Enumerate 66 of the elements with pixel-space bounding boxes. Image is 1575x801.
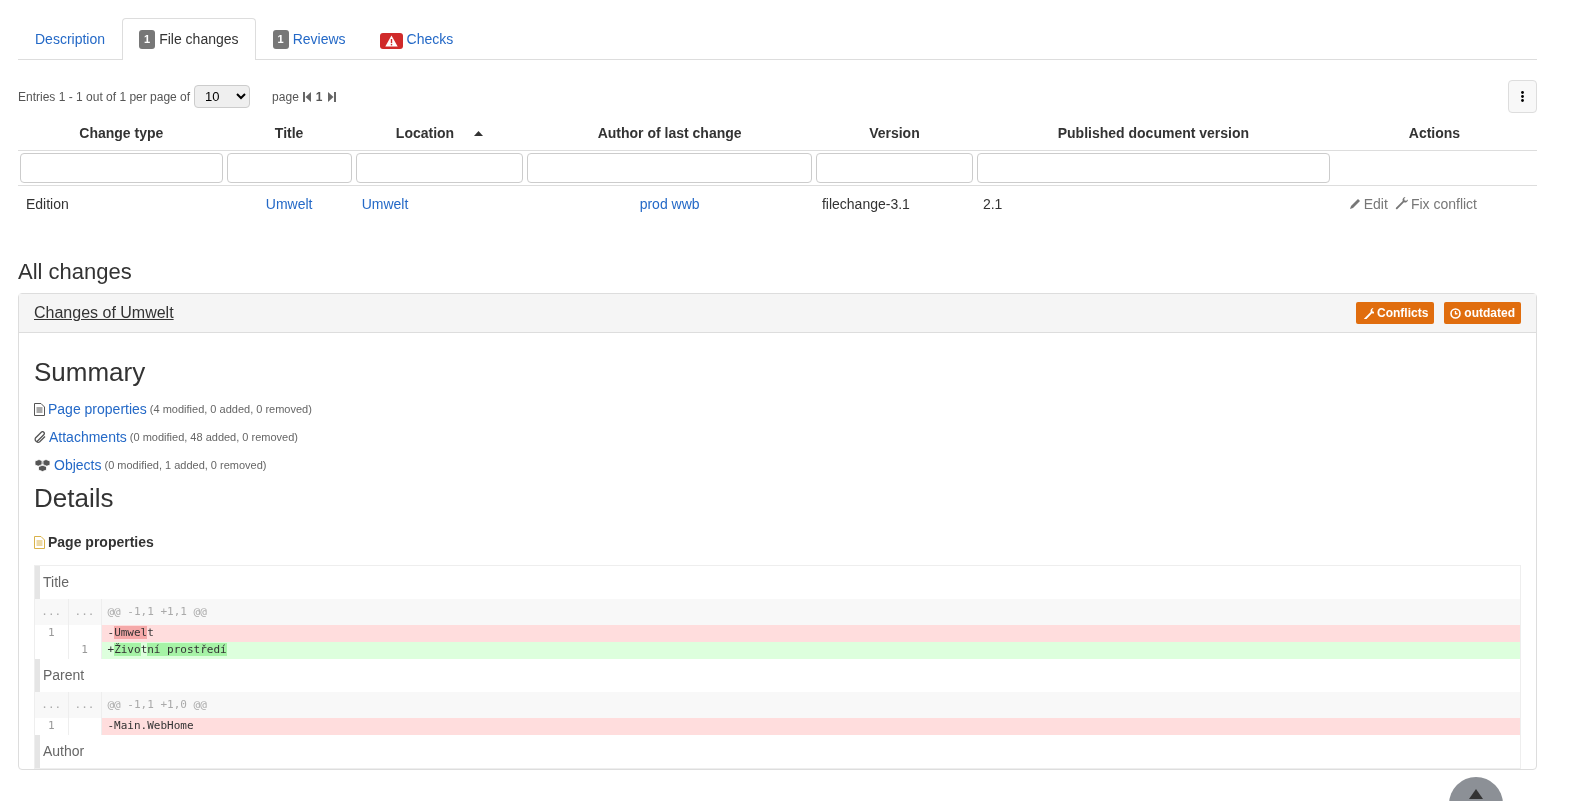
current-page[interactable]: 1 xyxy=(315,87,323,106)
objects-link[interactable]: Objects xyxy=(54,454,102,476)
arrow-up-icon xyxy=(1469,789,1483,799)
column-header: Actions xyxy=(1408,125,1461,141)
line-number: ... xyxy=(35,691,68,718)
wrench-icon xyxy=(1393,196,1408,210)
location-link[interactable]: Umwelt xyxy=(361,196,409,212)
details-heading: Details xyxy=(34,482,115,514)
cubes-icon xyxy=(34,458,51,472)
first-page-icon[interactable] xyxy=(302,91,312,102)
tab[interactable]: Description xyxy=(18,18,123,60)
wrench-icon xyxy=(1362,307,1374,320)
panel-title-link[interactable]: Changes of Umwelt xyxy=(34,301,174,326)
section-heading: All changes xyxy=(18,259,133,286)
page-properties-link[interactable]: Page properties xyxy=(48,398,147,420)
sort-ascending-icon xyxy=(474,131,484,136)
author-link[interactable]: prod wwb xyxy=(639,196,700,212)
filter-field[interactable] xyxy=(815,153,973,183)
details-section-title: Page properties xyxy=(48,532,154,552)
line-number: ... xyxy=(68,691,101,718)
hunk-header: @@ -1,1 +1,0 @@ xyxy=(101,691,1520,718)
tab[interactable]: 1 File changes xyxy=(122,18,256,60)
column-header: Published document version xyxy=(1057,125,1250,141)
summary-heading: Summary xyxy=(34,357,147,389)
line-number: ... xyxy=(68,598,101,625)
column-header: Author of last change xyxy=(597,125,742,141)
tab[interactable]: 1 Reviews xyxy=(255,18,363,60)
warning-icon xyxy=(384,35,398,47)
change-stats: (4 modified, 0 added, 0 removed) xyxy=(149,401,312,417)
table-cell: Edition xyxy=(26,196,69,212)
table-cell: filechange-3.1 xyxy=(821,196,910,212)
filter-field[interactable] xyxy=(976,153,1330,183)
tab[interactable]: Checks xyxy=(362,18,471,60)
change-stats: (0 modified, 1 added, 0 removed) xyxy=(104,457,267,473)
column-header[interactable]: Location xyxy=(395,125,455,141)
last-page-icon[interactable] xyxy=(326,91,336,102)
page-size-select[interactable]: 10 xyxy=(194,85,251,108)
document-icon xyxy=(34,535,45,549)
table-cell: 2.1 xyxy=(982,196,1003,212)
page-label: page xyxy=(272,88,299,106)
count-badge: 1 xyxy=(139,30,156,49)
kebab-icon xyxy=(1521,91,1524,102)
more-options-button[interactable] xyxy=(1508,80,1537,113)
attachments-link[interactable]: Attachments xyxy=(49,426,127,448)
column-header: Version xyxy=(869,125,920,141)
column-header: Title xyxy=(274,125,304,141)
edit-link[interactable]: Edit xyxy=(1348,196,1388,212)
filter-field[interactable] xyxy=(226,153,352,183)
entries-text: Entries 1 - 1 out of 1 per page of xyxy=(18,88,191,106)
fix-conflict-link[interactable]: Fix conflict xyxy=(1393,196,1477,212)
property-name: Author xyxy=(35,734,1520,768)
conflicts-badge: Conflicts xyxy=(1356,302,1435,325)
filter-field[interactable] xyxy=(527,153,812,183)
clock-icon xyxy=(1450,307,1462,319)
line-number: ... xyxy=(35,598,68,625)
column-header: Change type xyxy=(79,125,164,141)
filter-field[interactable] xyxy=(355,153,524,183)
paperclip-icon xyxy=(34,431,46,444)
filter-field[interactable] xyxy=(20,153,223,183)
outdated-badge: outdated xyxy=(1444,302,1521,325)
document-icon xyxy=(34,402,45,416)
count-badge: 1 xyxy=(272,30,289,49)
change-stats: (0 modified, 48 added, 0 removed) xyxy=(129,429,298,445)
pencil-icon xyxy=(1348,198,1361,210)
title-link[interactable]: Umwelt xyxy=(265,196,313,212)
hunk-header: @@ -1,1 +1,1 @@ xyxy=(101,598,1520,625)
